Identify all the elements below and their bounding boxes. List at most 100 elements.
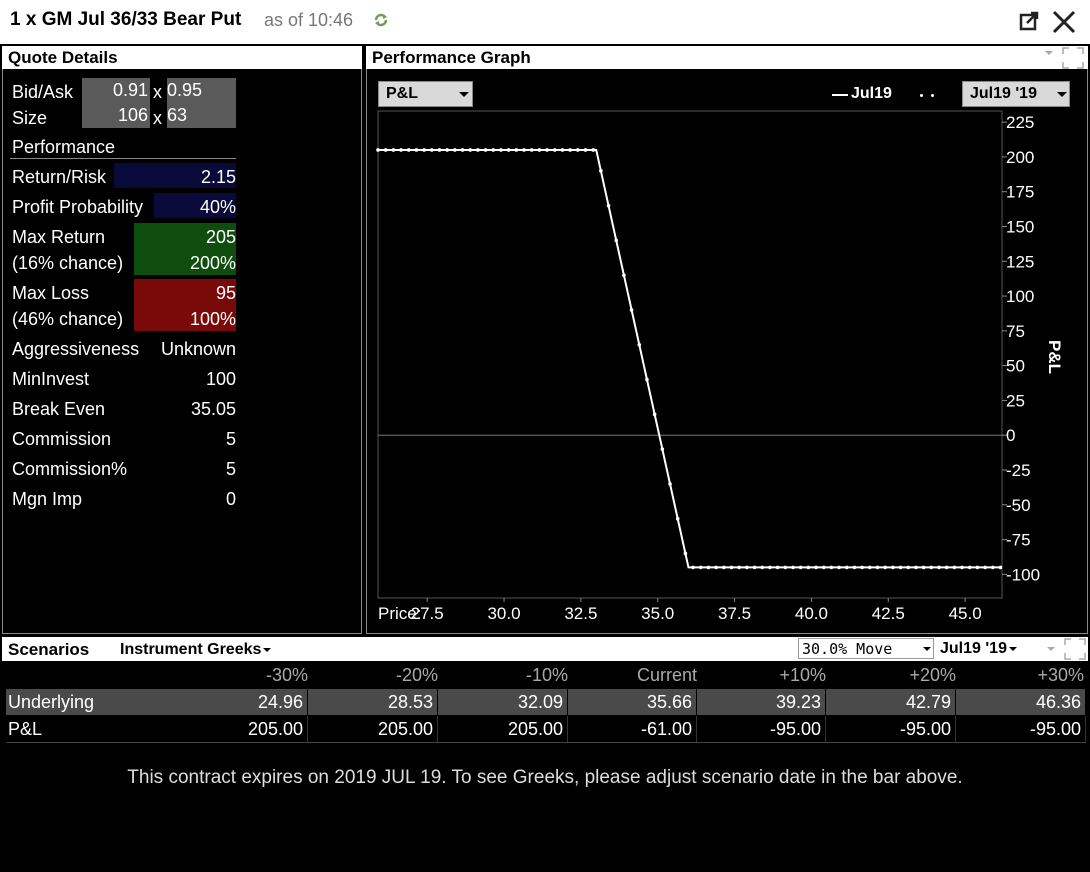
series-point	[737, 565, 741, 570]
performance-label: Performance	[12, 137, 116, 157]
series-point	[445, 148, 449, 152]
greeks-select[interactable]: Instrument Greeks	[120, 641, 272, 659]
max-return-value: 205	[205, 227, 236, 247]
panel-menu-icon[interactable]	[1044, 49, 1054, 57]
series-point	[875, 565, 880, 570]
table-cell: 205.00	[178, 716, 308, 742]
series-point	[768, 565, 772, 570]
table-cell: 24.96	[178, 689, 308, 715]
series-point	[406, 148, 411, 152]
breakeven-value: 35.05	[190, 399, 236, 419]
aggressiveness-label: Aggressiveness	[12, 339, 140, 359]
bidask-x: x	[153, 82, 162, 102]
series-point	[429, 148, 434, 152]
series-point	[783, 565, 788, 570]
panel-menu-icon[interactable]	[1046, 645, 1056, 653]
chevron-down-icon	[1008, 647, 1017, 651]
row-label: Underlying	[8, 692, 95, 712]
col-header: -30%	[265, 665, 308, 685]
series-point	[529, 148, 534, 152]
col-header: +30%	[1037, 665, 1084, 685]
row-label: P&L	[8, 719, 43, 739]
expiry-message: This contract expires on 2019 JUL 19. To…	[127, 767, 963, 788]
chevron-down-icon	[923, 647, 931, 651]
max-return-label: Max Return	[12, 227, 106, 247]
expand-icon[interactable]	[1062, 47, 1084, 69]
series-point	[537, 148, 542, 152]
profit-prob-value: 40%	[199, 197, 236, 217]
y-axis-label: P&L	[1045, 340, 1064, 374]
series-point	[499, 148, 503, 152]
scenario-date-select[interactable]: Jul19 '19	[940, 640, 1017, 658]
commission-value: 5	[225, 429, 236, 449]
quote-details-header: Quote Details	[2, 46, 362, 69]
series-point	[622, 273, 626, 277]
series-point	[791, 565, 795, 570]
series-point	[476, 148, 480, 152]
refresh-icon[interactable]	[372, 11, 390, 29]
x-tick-label: 30.0	[487, 604, 520, 623]
series-point	[606, 203, 611, 208]
series-point	[514, 148, 519, 152]
table-row-underlying[interactable]: Underlying 24.96 28.53 32.09 35.66 39.23…	[6, 689, 1086, 715]
y-tick-label: 150	[1006, 217, 1034, 236]
table-cell: 35.66	[568, 689, 697, 715]
table-cell: 46.36	[956, 689, 1086, 715]
series-point	[391, 148, 396, 152]
ask-size: 63	[167, 103, 236, 128]
series-point	[829, 565, 834, 570]
table-cell: -95.00	[956, 716, 1086, 742]
expand-icon[interactable]	[1064, 638, 1086, 660]
series-point	[914, 565, 918, 570]
series-point	[937, 565, 941, 570]
y-tick-label: 125	[1006, 252, 1034, 271]
series-point	[898, 565, 903, 570]
series-point	[437, 148, 442, 152]
mininvest-value: 100	[205, 369, 236, 389]
series-point	[745, 565, 749, 570]
y-tick-label: -100	[1006, 565, 1040, 584]
table-cell: 32.09	[438, 689, 568, 715]
breakeven-label: Break Even	[12, 399, 106, 419]
y-tick-label: 225	[1006, 113, 1034, 132]
series-point	[583, 148, 588, 152]
series-point	[868, 565, 872, 570]
col-header: +10%	[779, 665, 826, 685]
window-title: 1 x GM Jul 36/33 Bear Put	[10, 9, 242, 30]
table-cell: 42.79	[826, 689, 956, 715]
scenario-date-value: Jul19 '19	[940, 640, 1007, 657]
series-point	[483, 148, 488, 152]
series-point	[729, 565, 734, 570]
y-tick-label: 75	[1006, 322, 1025, 341]
mgn-imp-value: 0	[225, 489, 236, 509]
series-point	[376, 148, 380, 152]
y-tick-label: 0	[1006, 426, 1015, 445]
series-point	[967, 565, 972, 570]
chevron-down-icon	[263, 648, 272, 652]
table-row-pl[interactable]: P&L 205.00 205.00 205.00 -61.00 -95.00 -…	[6, 716, 1086, 742]
close-icon[interactable]	[1050, 8, 1078, 36]
ask-value: 0.95	[167, 78, 236, 103]
series-point	[637, 342, 642, 347]
series-point	[929, 565, 934, 570]
mininvest-label: MinInvest	[12, 369, 90, 389]
series-point	[852, 565, 857, 570]
series-point	[891, 565, 895, 570]
table-cell: -95.00	[697, 716, 826, 742]
max-return-chance: (16% chance)	[12, 253, 124, 273]
move-select[interactable]: 30.0% Move	[798, 638, 934, 659]
series-point	[814, 565, 818, 570]
table-cell: 39.23	[697, 689, 826, 715]
table-bottom-border	[6, 742, 1086, 743]
scenarios-title: Scenarios	[8, 640, 90, 659]
return-risk-value: 2.15	[200, 167, 236, 187]
y-tick-label: 50	[1006, 357, 1025, 376]
popout-icon[interactable]	[1018, 10, 1040, 32]
series-point	[660, 447, 665, 451]
series-point	[921, 565, 926, 570]
max-loss-chance: (46% chance)	[12, 309, 124, 329]
size-x: x	[153, 108, 162, 128]
series-point	[860, 565, 864, 570]
series-point	[453, 148, 457, 152]
y-tick-label: 100	[1006, 287, 1034, 306]
